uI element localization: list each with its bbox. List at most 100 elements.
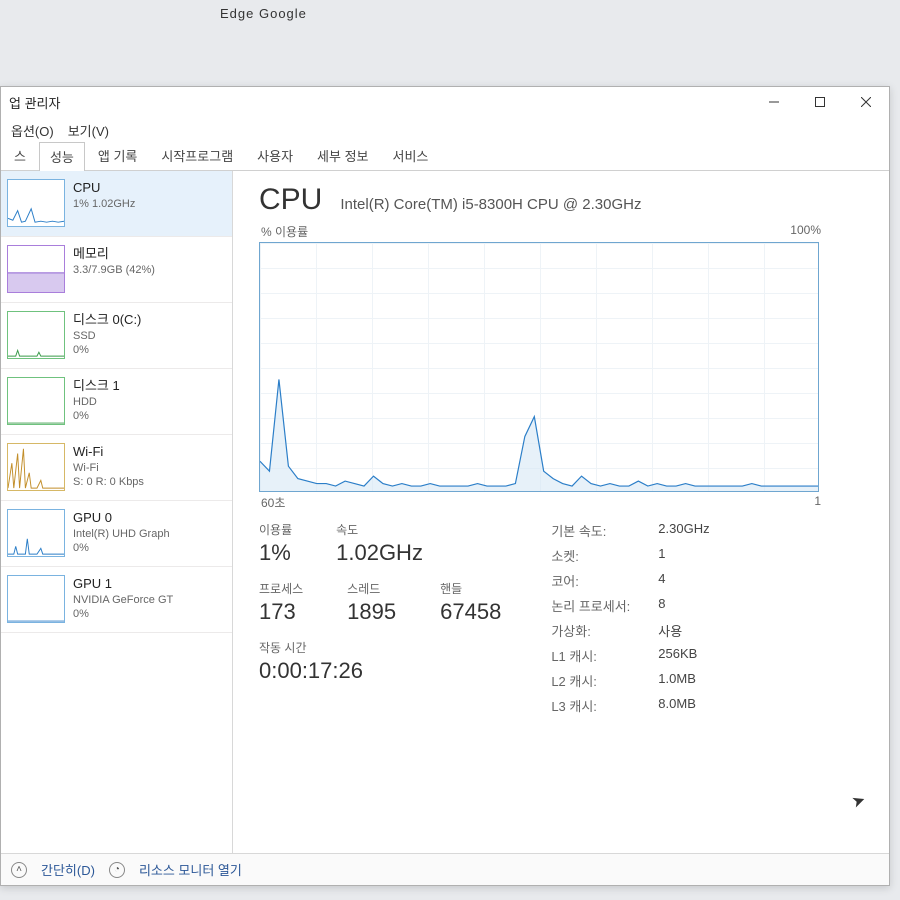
thread-value: 1895	[347, 599, 396, 625]
sidebar-label-wifi: Wi-Fi	[73, 443, 144, 461]
memory-thumb-icon	[7, 245, 65, 293]
tab-users[interactable]: 사용자	[246, 141, 304, 170]
main-panel: CPU Intel(R) Core(TM) i5-8300H CPU @ 2.3…	[233, 171, 889, 853]
tab-apphistory[interactable]: 앱 기록	[87, 141, 149, 170]
sidebar-item-gpu0[interactable]: GPU 0 Intel(R) UHD Graph 0%	[1, 501, 232, 567]
speed-label: 속도	[336, 521, 423, 538]
tabbar: 스 성능 앱 기록 시작프로그램 사용자 세부 정보 서비스	[1, 143, 889, 171]
cpu-spec-table: 기본 속도: 2.30GHz 소켓: 1 코어: 4 논리 프로세서: 8 가상…	[551, 521, 709, 715]
sidebar-label-disk0: 디스크 0(C:)	[73, 311, 141, 329]
menu-options[interactable]: 옵션(O)	[5, 118, 60, 143]
window-title: 업 관리자	[9, 93, 60, 112]
tab-processes[interactable]: 스	[3, 141, 37, 170]
chart-top-left-label: % 이용률	[261, 223, 308, 240]
titlebar: 업 관리자	[1, 87, 889, 117]
gpu0-thumb-icon	[7, 509, 65, 557]
mouse-cursor-icon: ➤	[849, 789, 868, 812]
cpu-thumb-icon	[7, 179, 65, 227]
sidebar-sub-memory: 3.3/7.9GB (42%)	[73, 263, 155, 278]
uptime-label: 작동 시간	[259, 639, 501, 656]
chart-top-right-label: 100%	[790, 223, 821, 240]
menubar: 옵션(O) 보기(V)	[1, 117, 889, 143]
base-label: 기본 속도:	[551, 521, 630, 540]
resource-monitor-link[interactable]: 리소스 모니터 열기	[139, 860, 242, 879]
cpu-utilization-chart	[259, 242, 819, 492]
chart-bottom-right-label: 1	[814, 494, 821, 511]
l1-label: L1 캐시:	[551, 646, 630, 665]
l2-value: 1.0MB	[658, 671, 709, 690]
l2-label: L2 캐시:	[551, 671, 630, 690]
sidebar-label-disk1: 디스크 1	[73, 377, 120, 395]
cpu-stats: 이용률 1% 속도 1.02GHz 프로세스 173	[259, 521, 861, 715]
sidebar-sub-disk0: SSD	[73, 329, 141, 344]
uptime-value: 0:00:17:26	[259, 658, 501, 684]
sidebar-sub2-disk0: 0%	[73, 343, 141, 358]
close-button[interactable]	[843, 87, 889, 117]
chevron-up-icon[interactable]: ˄	[11, 862, 27, 878]
close-icon	[861, 97, 871, 107]
sidebar-sub-wifi: Wi-Fi	[73, 461, 144, 476]
sidebar-sub2-gpu0: 0%	[73, 541, 170, 556]
sidebar-sub2-disk1: 0%	[73, 409, 120, 424]
disk1-thumb-icon	[7, 377, 65, 425]
l3-value: 8.0MB	[658, 696, 709, 715]
content-area: CPU 1% 1.02GHz 메모리 3.3/7.9GB (42%) 디스크 0…	[1, 171, 889, 853]
sidebar-sub-gpu1: NVIDIA GeForce GT	[73, 593, 173, 608]
sockets-label: 소켓:	[551, 546, 630, 565]
sidebar-item-wifi[interactable]: Wi-Fi Wi-Fi S: 0 R: 0 Kbps	[1, 435, 232, 501]
l3-label: L3 캐시:	[551, 696, 630, 715]
sidebar-label-cpu: CPU	[73, 179, 135, 197]
tab-startup[interactable]: 시작프로그램	[150, 141, 244, 170]
sidebar-label-memory: 메모리	[73, 245, 155, 263]
performance-sidebar[interactable]: CPU 1% 1.02GHz 메모리 3.3/7.9GB (42%) 디스크 0…	[1, 171, 233, 853]
sidebar-sub2-wifi: S: 0 R: 0 Kbps	[73, 475, 144, 490]
disk0-thumb-icon	[7, 311, 65, 359]
cores-label: 코어:	[551, 571, 630, 590]
sockets-value: 1	[658, 546, 709, 565]
fewer-details-link[interactable]: 간단히(D)	[41, 860, 95, 879]
base-value: 2.30GHz	[658, 521, 709, 540]
maximize-button[interactable]	[797, 87, 843, 117]
minimize-icon	[769, 97, 779, 107]
handle-value: 67458	[440, 599, 501, 625]
tab-details[interactable]: 세부 정보	[306, 141, 379, 170]
desktop-background-text: Edge Google	[220, 6, 307, 21]
virt-label: 가상화:	[551, 621, 630, 640]
sidebar-item-disk0[interactable]: 디스크 0(C:) SSD 0%	[1, 303, 232, 369]
virt-value: 사용	[658, 621, 709, 640]
proc-value: 173	[259, 599, 303, 625]
logical-label: 논리 프로세서:	[551, 596, 630, 615]
util-value: 1%	[259, 540, 292, 566]
panel-title: CPU	[259, 183, 322, 217]
panel-subtitle: Intel(R) Core(TM) i5-8300H CPU @ 2.30GHz	[340, 196, 641, 213]
menu-view[interactable]: 보기(V)	[62, 118, 115, 143]
footer-bar: ˄ 간단히(D) ◔ 리소스 모니터 열기	[1, 853, 889, 885]
sidebar-sub-disk1: HDD	[73, 395, 120, 410]
task-manager-window: 업 관리자 옵션(O) 보기(V) 스 성능 앱 기록 시작프로그램 사용자 세…	[0, 86, 890, 886]
sidebar-item-gpu1[interactable]: GPU 1 NVIDIA GeForce GT 0%	[1, 567, 232, 633]
minimize-button[interactable]	[751, 87, 797, 117]
sidebar-label-gpu1: GPU 1	[73, 575, 173, 593]
proc-label: 프로세스	[259, 580, 303, 597]
logical-value: 8	[658, 596, 709, 615]
handle-label: 핸들	[440, 580, 501, 597]
sidebar-label-gpu0: GPU 0	[73, 509, 170, 527]
meter-icon: ◔	[109, 862, 125, 878]
util-label: 이용률	[259, 521, 292, 538]
gpu1-thumb-icon	[7, 575, 65, 623]
thread-label: 스레드	[347, 580, 396, 597]
sidebar-item-cpu[interactable]: CPU 1% 1.02GHz	[1, 171, 232, 237]
l1-value: 256KB	[658, 646, 709, 665]
sidebar-sub-gpu0: Intel(R) UHD Graph	[73, 527, 170, 542]
cores-value: 4	[658, 571, 709, 590]
tab-performance[interactable]: 성능	[39, 142, 85, 171]
window-controls	[751, 87, 889, 117]
sidebar-sub2-gpu1: 0%	[73, 607, 173, 622]
speed-value: 1.02GHz	[336, 540, 423, 566]
sidebar-sub-cpu: 1% 1.02GHz	[73, 197, 135, 212]
sidebar-item-disk1[interactable]: 디스크 1 HDD 0%	[1, 369, 232, 435]
tab-services[interactable]: 서비스	[382, 141, 440, 170]
wifi-thumb-icon	[7, 443, 65, 491]
sidebar-item-memory[interactable]: 메모리 3.3/7.9GB (42%)	[1, 237, 232, 303]
chart-bottom-left-label: 60초	[261, 494, 285, 511]
